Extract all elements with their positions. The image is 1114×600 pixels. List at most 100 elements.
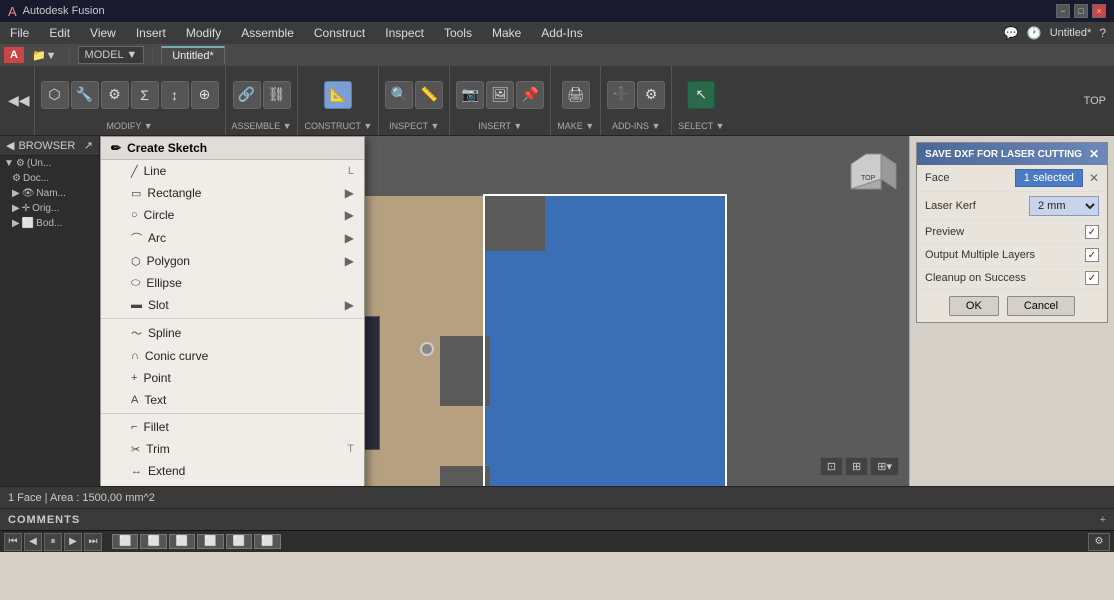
tree-origin[interactable]: ▶ ✛ Orig... (0, 201, 99, 216)
menu-inspect[interactable]: Inspect (375, 22, 434, 44)
browser-expand[interactable]: ↗ (84, 139, 93, 152)
tree-bodies[interactable]: ▶ ⬜ Bod... (0, 216, 99, 231)
modify-icon-4[interactable]: Σ (131, 81, 159, 109)
dxf-close-button[interactable]: ✕ (1089, 147, 1099, 161)
dd-item-slot[interactable]: ▬ Slot ▶ (101, 294, 364, 316)
inspect-icon-1[interactable]: 🔍 (385, 81, 413, 109)
dxf-cancel-button[interactable]: Cancel (1007, 296, 1075, 316)
menu-assemble[interactable]: Assemble (231, 22, 304, 44)
canvas-area[interactable]: TOP X Y Z ⊡ ⊞ ⊞▾ Generates a DXF file ac (100, 136, 909, 486)
document-tab[interactable]: Untitled* (161, 46, 225, 64)
handle-dot[interactable] (420, 342, 434, 356)
modify-icon-2[interactable]: 🔧 (71, 81, 99, 109)
dd-item-text[interactable]: A Text (101, 389, 364, 411)
tree-root[interactable]: ▼ ⚙ (Un... (0, 156, 99, 171)
dd-item-point[interactable]: + Point (101, 367, 364, 389)
zoom-controls: ⊡ ⊞ ⊞▾ (820, 457, 899, 476)
select-icon-1[interactable]: ↖ (687, 81, 715, 109)
inspect-label[interactable]: INSPECT ▼ (389, 121, 439, 131)
dd-item-extend[interactable]: ↔ Extend (101, 460, 364, 482)
model-view-4[interactable]: ⬜ (197, 534, 223, 549)
left-panel-collapse[interactable]: ◀ (6, 139, 14, 152)
dxf-kerf-select[interactable]: 2 mm 1 mm 0.5 mm (1029, 196, 1099, 216)
menu-file[interactable]: File (0, 22, 39, 44)
dd-item-circle[interactable]: ○ Circle ▶ (101, 204, 364, 226)
dd-item-fillet[interactable]: ⌐ Fillet (101, 416, 364, 438)
inspect-icon-2[interactable]: 📏 (415, 81, 443, 109)
modify-label[interactable]: MODIFY ▼ (106, 121, 152, 131)
make-label[interactable]: MAKE ▼ (557, 121, 594, 131)
menu-edit[interactable]: Edit (39, 22, 80, 44)
insert-icon-2[interactable]: 🖼 (486, 81, 514, 109)
insert-icon-3[interactable]: 📌 (516, 81, 544, 109)
construct-label[interactable]: CONSTRUCT ▼ (304, 121, 372, 131)
nav-play-button[interactable]: ▶ (64, 533, 82, 551)
viewcube[interactable]: TOP (841, 144, 901, 204)
nav-pause-button[interactable]: ⏸ (44, 533, 62, 551)
dxf-preview-check[interactable] (1085, 225, 1099, 239)
minimize-button[interactable]: − (1056, 4, 1070, 18)
menu-addins[interactable]: Add-Ins (531, 22, 592, 44)
assemble-icon-1[interactable]: 🔗 (233, 81, 261, 109)
make-icon-1[interactable]: 🖨 (562, 81, 590, 109)
dd-item-ellipse[interactable]: ⬭ Ellipse (101, 272, 364, 294)
dd-item-polygon[interactable]: ⬡ Polygon ▶ (101, 250, 364, 272)
select-label[interactable]: SELECT ▼ (678, 121, 724, 131)
addins-icon-2[interactable]: ⚙ (637, 81, 665, 109)
addins-label[interactable]: ADD-INS ▼ (612, 121, 660, 131)
dxf-ok-button[interactable]: OK (949, 296, 999, 316)
maximize-button[interactable]: □ (1074, 4, 1088, 18)
file-menu-btn[interactable]: 📁▼ (28, 47, 61, 64)
construct-icon-1[interactable]: 📐 (324, 81, 352, 109)
menu-construct[interactable]: Construct (304, 22, 375, 44)
modify-icon-5[interactable]: ↕ (161, 81, 189, 109)
clock-icon[interactable]: 🕐 (1027, 26, 1042, 40)
assemble-label[interactable]: ASSEMBLE ▼ (232, 121, 292, 131)
dxf-face-clear[interactable]: ✕ (1089, 171, 1099, 185)
addins-icon-1[interactable]: ➕ (607, 81, 635, 109)
menu-insert[interactable]: Insert (126, 22, 176, 44)
menu-make[interactable]: Make (482, 22, 531, 44)
model-view-5[interactable]: ⬜ (226, 534, 252, 549)
dd-item-rectangle[interactable]: ▭ Rectangle ▶ (101, 182, 364, 204)
dxf-cleanup-check[interactable] (1085, 271, 1099, 285)
settings-button[interactable]: ⚙ (1088, 533, 1110, 551)
title-left: A Autodesk Fusion (8, 4, 105, 19)
dxf-layers-check[interactable] (1085, 248, 1099, 262)
assemble-icon-2[interactable]: ⛓ (263, 81, 291, 109)
dd-item-conic[interactable]: ∩ Conic curve (101, 345, 364, 367)
zoom-fit-btn[interactable]: ⊡ (820, 457, 843, 476)
model-mode-btn[interactable]: MODEL ▼ (78, 46, 145, 64)
dd-item-trim[interactable]: ✂ Trim T (101, 438, 364, 460)
zoom-options-btn[interactable]: ⊞▾ (870, 457, 899, 476)
tree-doc-settings[interactable]: ⚙ Doc... (0, 171, 99, 186)
model-view-1[interactable]: ⬜ (112, 534, 138, 549)
menu-tools[interactable]: Tools (434, 22, 482, 44)
chat-icon[interactable]: 💬 (1004, 26, 1019, 40)
nav-last-button[interactable]: ⏭ (84, 533, 102, 551)
model-view-2[interactable]: ⬜ (140, 534, 166, 549)
menu-modify[interactable]: Modify (176, 22, 231, 44)
nav-first-button[interactable]: ⏮ (4, 533, 22, 551)
nav-prev-button[interactable]: ◀ (24, 533, 42, 551)
left-panel-toggle[interactable]: ◀◀ (8, 92, 30, 109)
dd-item-spline[interactable]: 〜 Spline (101, 321, 364, 345)
model-view-6[interactable]: ⬜ (254, 534, 280, 549)
modify-icon-1[interactable]: ⬡ (41, 81, 69, 109)
close-button[interactable]: × (1092, 4, 1106, 18)
model-view-3[interactable]: ⬜ (169, 534, 195, 549)
insert-label[interactable]: INSERT ▼ (478, 121, 522, 131)
modify-icon-3[interactable]: ⚙ (101, 81, 129, 109)
dd-item-break[interactable]: ⌇ Break (101, 482, 364, 486)
dxf-face-value[interactable]: 1 selected (1015, 169, 1083, 187)
insert-icon-1[interactable]: 📷 (456, 81, 484, 109)
modify-icon-6[interactable]: ⊕ (191, 81, 219, 109)
help-icon[interactable]: ? (1099, 26, 1106, 40)
tree-named-views[interactable]: ▶ 👁 Nam... (0, 186, 99, 201)
menu-view[interactable]: View (80, 22, 126, 44)
zoom-grid-btn[interactable]: ⊞ (845, 457, 868, 476)
dd-item-arc[interactable]: ⌒ Arc ▶ (101, 226, 364, 250)
dd-item-line[interactable]: ╱ Line L (101, 160, 364, 182)
comments-expand-button[interactable]: + (1100, 514, 1106, 526)
dropdown-header[interactable]: ✏ Create Sketch (101, 137, 364, 160)
